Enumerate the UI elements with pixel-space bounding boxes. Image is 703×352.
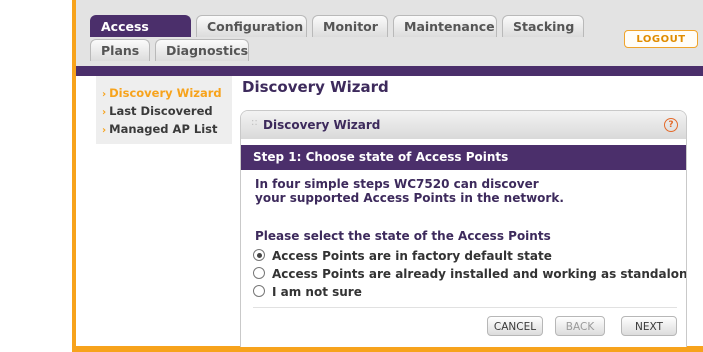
tab-access-point[interactable]: Access Point bbox=[90, 15, 191, 56]
tab-monitor[interactable]: Monitor bbox=[312, 15, 388, 37]
tab-configuration[interactable]: Configuration bbox=[196, 15, 307, 37]
chevron-right-icon: › bbox=[102, 125, 107, 136]
tab-plans[interactable]: Plans bbox=[90, 39, 150, 61]
option-not-sure[interactable]: I am not sure bbox=[253, 285, 362, 299]
sidebar-item-label: Last Discovered bbox=[109, 104, 213, 118]
divider bbox=[253, 307, 677, 308]
sidebar-item-label: Discovery Wizard bbox=[109, 86, 222, 100]
tab-bar: Access Point Configuration Monitor Maint… bbox=[76, 0, 703, 66]
radio-unselected-icon[interactable] bbox=[253, 285, 265, 297]
option-factory-default[interactable]: Access Points are in factory default sta… bbox=[253, 249, 552, 263]
wizard-panel: :: Discovery Wizard ? Step 1: Choose sta… bbox=[240, 110, 687, 347]
sidebar-item-managed-ap-list[interactable]: › Managed AP List bbox=[102, 122, 218, 136]
sidebar: › Discovery Wizard › Last Discovered › Mana… bbox=[96, 76, 232, 144]
intro-text: In four simple steps WC7520 can discover… bbox=[255, 177, 615, 205]
sidebar-item-label: Managed AP List bbox=[109, 122, 218, 136]
question-label: Please select the state of the Access Po… bbox=[255, 229, 551, 243]
help-icon[interactable]: ? bbox=[664, 118, 678, 132]
tab-underline-bar bbox=[76, 66, 703, 76]
panel-header: :: Discovery Wizard ? bbox=[241, 111, 686, 139]
page-title: Discovery Wizard bbox=[242, 78, 389, 96]
panel-title: Discovery Wizard bbox=[263, 118, 381, 132]
radio-unselected-icon[interactable] bbox=[253, 267, 265, 279]
tab-diagnostics[interactable]: Diagnostics bbox=[155, 39, 249, 61]
logout-button[interactable]: LOGOUT bbox=[624, 30, 698, 48]
chevron-right-icon: › bbox=[102, 107, 107, 118]
radio-selected-icon[interactable] bbox=[253, 249, 265, 261]
option-already-installed[interactable]: Access Points are already installed and … bbox=[253, 267, 687, 281]
option-label: I am not sure bbox=[272, 285, 362, 299]
back-button[interactable]: BACK bbox=[555, 316, 605, 336]
option-label: Access Points are in factory default sta… bbox=[272, 249, 552, 263]
drag-handle-icon: :: bbox=[251, 117, 258, 128]
step-header: Step 1: Choose state of Access Points bbox=[241, 145, 686, 170]
sidebar-item-discovery-wizard[interactable]: › Discovery Wizard bbox=[102, 86, 222, 100]
intro-line-2: your supported Access Points in the netw… bbox=[255, 191, 564, 205]
tab-stacking[interactable]: Stacking bbox=[502, 15, 584, 37]
tab-maintenance[interactable]: Maintenance bbox=[393, 15, 497, 37]
intro-line-1: In four simple steps WC7520 can discover bbox=[255, 177, 539, 191]
cancel-button[interactable]: CANCEL bbox=[487, 316, 543, 336]
sidebar-item-last-discovered[interactable]: › Last Discovered bbox=[102, 104, 213, 118]
step-title: Step 1: Choose state of Access Points bbox=[253, 150, 509, 164]
chevron-right-icon: › bbox=[102, 89, 107, 100]
next-button[interactable]: NEXT bbox=[621, 316, 677, 336]
option-label: Access Points are already installed and … bbox=[272, 267, 687, 281]
